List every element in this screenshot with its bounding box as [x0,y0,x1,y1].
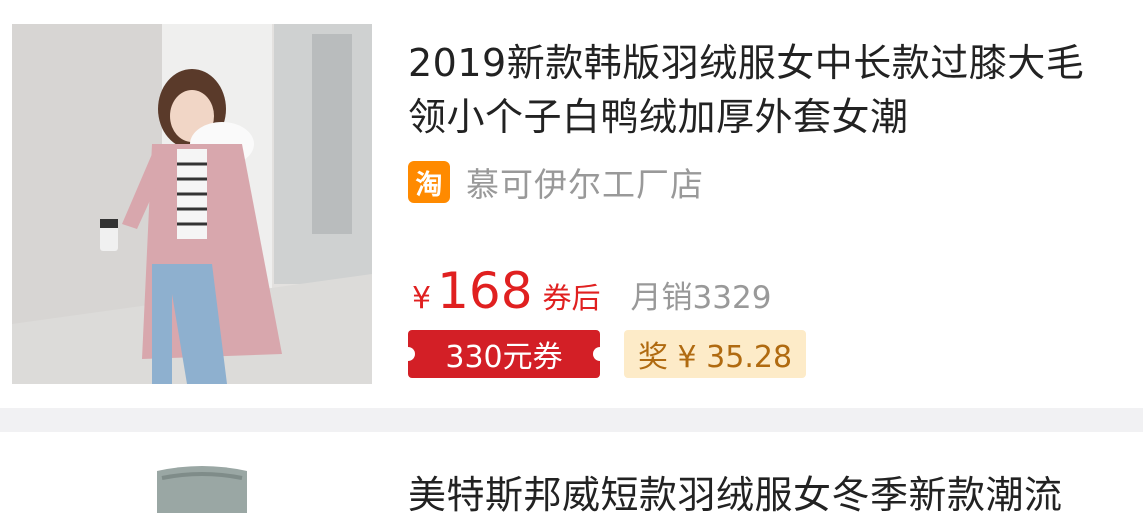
monthly-sales: 月销3329 [630,280,772,316]
price-row: ¥ 168 券后 月销3329 [412,262,771,322]
product-photo-illustration [12,456,372,513]
price-after-coupon-label: 券后 [542,281,601,315]
product-card[interactable]: 美特斯邦威短款羽绒服女冬季新款潮流 [0,432,1143,513]
price: 168 [437,262,533,320]
product-image[interactable] [12,456,372,513]
coupon-label: 330元券 [445,340,563,375]
shop-name: 慕可伊尔工厂店 [466,165,704,204]
product-title[interactable]: 美特斯邦威短款羽绒服女冬季新款潮流 [408,468,1108,513]
card-divider [0,408,1143,432]
coupon-notch-left [401,347,415,361]
reward-badge: 奖 ¥ 35.28 [624,330,807,378]
product-image[interactable] [12,24,372,384]
product-photo-illustration [12,24,372,384]
coupon-notch-right [593,347,607,361]
product-card[interactable]: 2019新款韩版羽绒服女中长款过膝大毛领小个子白鸭绒加厚外套女潮 淘 慕可伊尔工… [0,0,1143,408]
coupon-badge[interactable]: 330元券 [401,330,607,378]
currency-symbol: ¥ [412,281,432,316]
product-title[interactable]: 2019新款韩版羽绒服女中长款过膝大毛领小个子白鸭绒加厚外套女潮 [408,36,1108,144]
shop-info[interactable]: 淘 慕可伊尔工厂店 [408,160,704,204]
taobao-icon: 淘 [408,161,450,203]
